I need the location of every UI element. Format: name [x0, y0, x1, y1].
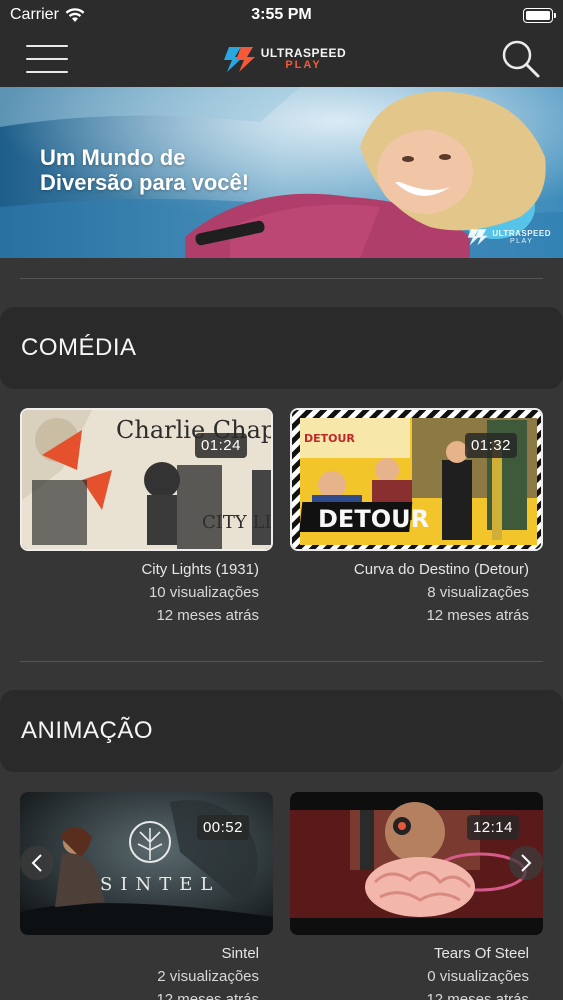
duration-badge: 01:24	[194, 433, 247, 458]
logo-top-text: ULTRASPEED	[260, 45, 347, 60]
carousel-next-button[interactable]	[509, 846, 543, 880]
section-header-animacao: ANIMAÇÃO	[0, 690, 563, 772]
video-thumbnail[interactable]: DETOUR DETOUR 01:32	[290, 408, 543, 551]
app-header: ULTRASPEED PLAY	[0, 30, 563, 87]
poster-title: SINTEL	[100, 874, 220, 895]
video-age: 12 meses atrás	[426, 991, 529, 1000]
video-views: 2 visualizações	[157, 968, 259, 985]
banner-bolt-icon	[468, 229, 489, 246]
section-title: ANIMAÇÃO	[21, 717, 154, 744]
city-lights-poster: Charlie Chaplin CITY LIGHTS	[22, 410, 273, 549]
poster-title-top: DETOUR	[304, 432, 355, 445]
video-title[interactable]: City Lights (1931)	[20, 558, 259, 581]
video-card-detour[interactable]: DETOUR DETOUR 01:32 Curva do Destino (De…	[290, 408, 543, 627]
hamburger-menu-icon[interactable]	[26, 44, 68, 73]
status-time: 3:55 PM	[251, 6, 312, 23]
poster-title-bottom: CITY LIGHTS	[202, 512, 273, 533]
tears-of-steel-poster	[290, 792, 543, 935]
banner-headline: Um Mundo de Diversão para você!	[40, 145, 250, 195]
duration-badge: 12:14	[466, 815, 519, 840]
chevron-left-icon	[31, 854, 42, 872]
carousel-prev-button[interactable]	[20, 846, 54, 880]
video-views: 0 visualizações	[427, 968, 529, 985]
divider	[20, 661, 543, 662]
status-bar: Carrier 3:55 PM	[0, 0, 563, 30]
banner-brand-logo: ULTRASPEED PLAY	[467, 228, 551, 246]
video-views: 10 visualizações	[148, 584, 259, 601]
sintel-poster: SINTEL	[20, 792, 273, 935]
video-title[interactable]: Tears Of Steel	[290, 942, 529, 965]
hero-banner[interactable]: Um Mundo de Diversão para você! ULTRASPE…	[0, 87, 563, 258]
search-icon[interactable]	[501, 39, 541, 79]
wifi-icon	[65, 7, 85, 22]
video-title[interactable]: Curva do Destino (Detour)	[290, 558, 529, 581]
video-card-city-lights[interactable]: Charlie Chaplin CITY LIGHTS 01:24 City L…	[20, 408, 273, 627]
logo-bottom-text: PLAY	[285, 58, 322, 71]
video-card-tears-of-steel[interactable]: 12:14 Tears Of Steel 0 visualizações 12 …	[290, 792, 543, 1000]
video-thumbnail[interactable]: 12:14	[290, 792, 543, 935]
ultraspeed-logo: ULTRASPEED PLAY	[223, 45, 346, 73]
video-thumbnail[interactable]: Charlie Chaplin CITY LIGHTS 01:24	[20, 408, 273, 551]
poster-title-bottom: DETOUR	[318, 505, 429, 533]
video-age: 12 meses atrás	[156, 991, 259, 1000]
video-title[interactable]: Sintel	[20, 942, 259, 965]
video-thumbnail[interactable]: SINTEL 00:52	[20, 792, 273, 935]
divider	[20, 278, 543, 279]
logo-bolt-icon	[223, 46, 255, 72]
detour-poster: DETOUR DETOUR	[292, 410, 541, 549]
video-age: 12 meses atrás	[156, 607, 259, 624]
section-header-comedia: COMÉDIA	[0, 307, 563, 389]
video-card-sintel[interactable]: SINTEL 00:52 Sintel 2 visualizações 12 m…	[20, 792, 273, 1000]
section-title: COMÉDIA	[21, 334, 137, 361]
video-age: 12 meses atrás	[426, 607, 529, 624]
battery-icon	[523, 7, 556, 23]
carrier-label: Carrier	[10, 6, 59, 23]
duration-badge: 01:32	[464, 433, 517, 458]
chevron-right-icon	[521, 854, 532, 872]
duration-badge: 00:52	[196, 815, 249, 840]
video-views: 8 visualizações	[427, 584, 529, 601]
